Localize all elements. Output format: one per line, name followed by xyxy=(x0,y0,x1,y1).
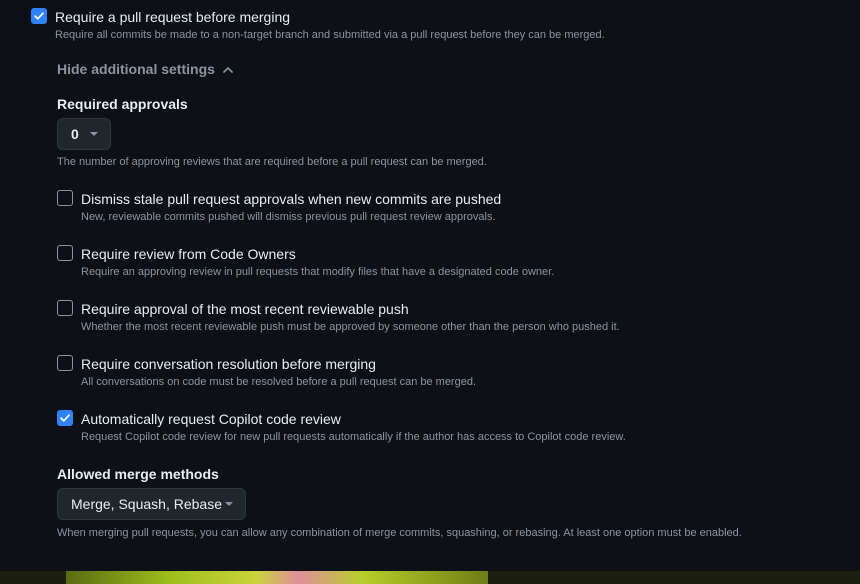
merge-methods-heading: Allowed merge methods xyxy=(57,466,219,482)
chevron-up-icon xyxy=(222,67,233,74)
required-approvals-select[interactable]: 0 xyxy=(57,118,111,150)
required-approvals-value: 0 xyxy=(71,126,79,142)
require-code-owners-description: Require an approving review in pull requ… xyxy=(81,266,555,278)
copilot-review-description: Request Copilot code review for new pull… xyxy=(81,431,626,443)
hide-additional-settings-toggle[interactable]: Hide additional settings xyxy=(57,61,233,77)
require-conversation-resolution-checkbox[interactable] xyxy=(57,355,73,371)
require-pr-description: Require all commits be made to a non-tar… xyxy=(55,29,605,41)
require-conversation-resolution-label[interactable]: Require conversation resolution before m… xyxy=(81,356,376,372)
require-recent-push-approval-checkbox[interactable] xyxy=(57,300,73,316)
hide-additional-settings-label: Hide additional settings xyxy=(57,61,215,77)
require-conversation-resolution-description: All conversations on code must be resolv… xyxy=(81,376,477,388)
check-icon xyxy=(34,12,44,20)
merge-methods-description: When merging pull requests, you can allo… xyxy=(57,527,742,539)
dismiss-stale-approvals-description: New, reviewable commits pushed will dism… xyxy=(81,211,496,223)
merge-methods-value: Merge, Squash, Rebase xyxy=(71,496,222,512)
caret-down-icon xyxy=(90,132,98,136)
bottom-image-strip xyxy=(0,571,860,584)
required-approvals-description: The number of approving reviews that are… xyxy=(57,156,487,168)
require-recent-push-approval-description: Whether the most recent reviewable push … xyxy=(81,321,620,333)
dismiss-stale-approvals-label[interactable]: Dismiss stale pull request approvals whe… xyxy=(81,191,501,207)
caret-down-icon xyxy=(225,502,233,506)
require-recent-push-approval-label[interactable]: Require approval of the most recent revi… xyxy=(81,301,409,317)
branch-protection-settings: Require a pull request before merging Re… xyxy=(0,0,860,584)
copilot-review-checkbox[interactable] xyxy=(57,410,73,426)
require-code-owners-checkbox[interactable] xyxy=(57,245,73,261)
dismiss-stale-approvals-checkbox[interactable] xyxy=(57,190,73,206)
required-approvals-heading: Required approvals xyxy=(57,96,188,112)
copilot-review-label[interactable]: Automatically request Copilot code revie… xyxy=(81,411,341,427)
merge-methods-select[interactable]: Merge, Squash, Rebase xyxy=(57,488,246,520)
require-pr-checkbox[interactable] xyxy=(31,8,47,24)
check-icon xyxy=(60,414,70,422)
require-code-owners-label[interactable]: Require review from Code Owners xyxy=(81,246,296,262)
require-pr-label[interactable]: Require a pull request before merging xyxy=(55,9,290,25)
decorative-image xyxy=(66,571,488,584)
